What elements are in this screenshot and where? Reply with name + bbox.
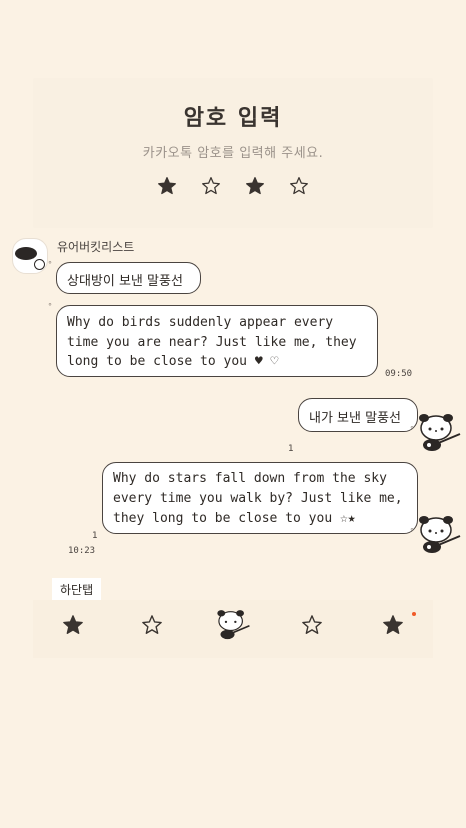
sent-short-text: 내가 보낸 말풍선 bbox=[309, 411, 401, 426]
bubble-tail-icon: ° bbox=[410, 425, 414, 434]
passcode-star-outline-icon bbox=[202, 177, 220, 195]
passcode-star-outline-icon bbox=[290, 177, 308, 195]
tab-star-outline-icon[interactable] bbox=[141, 614, 163, 636]
tab-star-outline-icon[interactable] bbox=[301, 614, 323, 636]
sent-timestamp: 10:23 bbox=[68, 546, 96, 556]
tab-mascot-icon[interactable] bbox=[215, 608, 251, 642]
passcode-subtitle: 카카오톡 암호를 입력해 주세요. bbox=[142, 146, 324, 161]
notification-dot bbox=[412, 612, 416, 616]
sender-avatar[interactable] bbox=[12, 238, 48, 274]
passcode-star-filled-icon bbox=[246, 177, 264, 195]
passcode-title: 암호 입력 bbox=[183, 106, 283, 131]
panda-guitar-mascot-icon bbox=[419, 414, 461, 451]
sent-long-line: they long to be close to you ☆★ bbox=[113, 511, 356, 526]
sent-long-line: every time you walk by? Just like me, bbox=[113, 491, 403, 506]
panda-guitar-mascot-icon bbox=[419, 516, 461, 553]
sender-name: 유어버킷리스트 bbox=[57, 240, 135, 254]
profile-badge-icon bbox=[34, 259, 45, 270]
received-bubble-long[interactable]: Why do birds suddenly appear every time … bbox=[56, 305, 378, 377]
sent-long-line: Why do stars fall down from the sky bbox=[113, 471, 387, 486]
speech-bubble-icon bbox=[15, 247, 37, 260]
bubble-tail-icon: ° bbox=[48, 260, 52, 269]
sent-bubble-long[interactable]: Why do stars fall down from the sky ever… bbox=[102, 462, 418, 534]
unread-count: 1 bbox=[288, 444, 294, 454]
tab-star-filled-icon[interactable] bbox=[62, 614, 84, 636]
passcode-indicator bbox=[33, 176, 433, 196]
passcode-card: 암호 입력 카카오톡 암호를 입력해 주세요. bbox=[33, 78, 433, 228]
received-timestamp: 09:50 bbox=[385, 369, 413, 379]
bottom-tab-bar bbox=[33, 600, 433, 658]
received-long-line: Why do birds suddenly appear every bbox=[67, 315, 334, 330]
received-bubble-short[interactable]: 상대방이 보낸 말풍선 bbox=[56, 262, 201, 294]
received-long-line: long to be close to you ♥ ♡ bbox=[67, 354, 279, 369]
bubble-tail-icon: ° bbox=[410, 527, 414, 536]
received-long-line: time you are near? Just like me, they bbox=[67, 334, 357, 350]
bottom-tab-label: 하단탭 bbox=[52, 578, 102, 601]
bubble-tail-icon: ° bbox=[48, 302, 52, 311]
sent-bubble-short[interactable]: 내가 보낸 말풍선 bbox=[298, 398, 418, 432]
passcode-star-filled-icon bbox=[158, 177, 176, 195]
received-short-text: 상대방이 보낸 말풍선 bbox=[67, 274, 183, 289]
tab-star-filled-icon[interactable] bbox=[382, 614, 404, 636]
unread-count: 1 bbox=[92, 531, 98, 541]
